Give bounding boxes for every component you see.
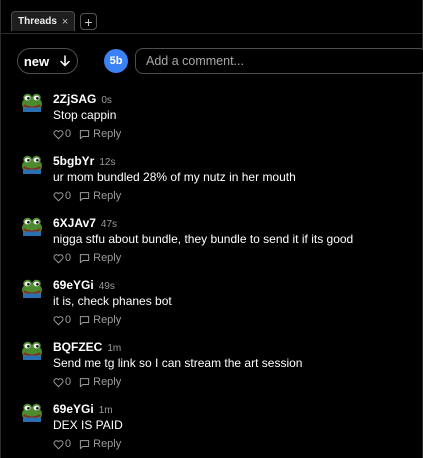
comment-actions: 0 Reply: [53, 128, 121, 140]
reply-label: Reply: [93, 376, 122, 388]
comment-actions: 0 Reply: [53, 376, 121, 388]
comment-text: DEX IS PAID: [53, 418, 123, 432]
heart-icon: [53, 253, 64, 263]
like-count: 0: [65, 252, 72, 264]
comment-text: it is, check phanes bot: [53, 294, 172, 308]
comment-text: nigga stfu about bundle, they bundle to …: [53, 232, 354, 246]
comment-item: 2ZjSAG 0s Stop cappin 0 Reply: [1, 90, 422, 150]
like-button[interactable]: 0: [53, 376, 71, 388]
reply-icon: [79, 253, 90, 263]
like-button[interactable]: 0: [53, 190, 71, 202]
comment-username[interactable]: 69eYGi: [53, 278, 94, 292]
reply-label: Reply: [93, 128, 122, 140]
heart-icon: [53, 377, 64, 387]
comment-text: Stop cappin: [53, 108, 117, 122]
close-icon[interactable]: ×: [62, 16, 68, 28]
tab-threads[interactable]: Threads ×: [11, 11, 76, 31]
comment-username[interactable]: 69eYGi: [53, 402, 94, 416]
comment-actions: 0 Reply: [53, 314, 121, 326]
comment-text: ur mom bundled 28% of my nutz in her mou…: [53, 170, 296, 184]
reply-button[interactable]: Reply: [79, 438, 121, 450]
like-button[interactable]: 0: [53, 438, 71, 450]
comment-timestamp: 0s: [101, 95, 112, 106]
comment-actions: 0 Reply: [53, 252, 121, 264]
reply-label: Reply: [93, 190, 122, 202]
comment-text: Send me tg link so I can stream the art …: [53, 356, 303, 370]
heart-icon: [53, 439, 64, 449]
reply-label: Reply: [93, 314, 122, 326]
comment-item: 5bgbYr 12s ur mom bundled 28% of my nutz…: [1, 152, 422, 212]
comment-timestamp: 47s: [100, 219, 118, 230]
like-count: 0: [65, 314, 72, 326]
comment-item: 69eYGi 49s it is, check phanes bot 0 Rep…: [1, 276, 422, 336]
comment-actions: 0 Reply: [53, 190, 121, 202]
heart-icon: [53, 191, 64, 201]
comment-timestamp: 1m: [98, 405, 113, 416]
reply-button[interactable]: Reply: [79, 252, 121, 264]
reply-button[interactable]: Reply: [79, 376, 121, 388]
sort-label: new: [23, 53, 50, 69]
comment-timestamp: 1m: [107, 343, 122, 354]
like-count: 0: [65, 128, 72, 140]
comment-item: 69eYGi 1m DEX IS PAID 0 Reply: [1, 400, 422, 458]
comment-item: BQFZEC 1m Send me tg link so I can strea…: [1, 338, 422, 398]
heart-icon: [53, 129, 64, 139]
like-count: 0: [65, 190, 72, 202]
like-button[interactable]: 0: [53, 314, 71, 326]
frog-avatar-icon[interactable]: [21, 214, 43, 236]
heart-icon: [53, 315, 64, 325]
frog-avatar-icon[interactable]: [21, 400, 43, 422]
comment-timestamp: 49s: [98, 281, 115, 292]
add-tab-button[interactable]: +: [80, 13, 97, 30]
comment-item: 6XJAv7 47s nigga stfu about bundle, they…: [1, 214, 422, 274]
comment-timestamp: 12s: [99, 157, 116, 168]
tab-bar: Threads × +: [1, 0, 422, 34]
frog-avatar-icon[interactable]: [21, 338, 43, 360]
tab-label: Threads: [18, 16, 57, 27]
comment-username[interactable]: BQFZEC: [53, 340, 102, 354]
like-count: 0: [65, 376, 72, 388]
frog-avatar-icon[interactable]: [21, 152, 43, 174]
like-count: 0: [65, 438, 72, 450]
like-button[interactable]: 0: [53, 128, 71, 140]
reply-icon: [79, 315, 90, 325]
threads-panel: Threads × + new 5b 2ZjSA: [0, 0, 423, 458]
sort-button[interactable]: new: [17, 48, 78, 74]
reply-label: Reply: [93, 438, 122, 450]
reply-button[interactable]: Reply: [79, 128, 121, 140]
reply-icon: [79, 439, 90, 449]
frog-avatar-icon[interactable]: [21, 276, 43, 298]
like-button[interactable]: 0: [53, 252, 71, 264]
reply-button[interactable]: Reply: [79, 190, 121, 202]
comment-username[interactable]: 5bgbYr: [53, 154, 94, 168]
reply-icon: [79, 191, 90, 201]
avatar[interactable]: 5b: [104, 49, 128, 73]
reply-button[interactable]: Reply: [79, 314, 121, 326]
reply-label: Reply: [93, 252, 122, 264]
comment-username[interactable]: 2ZjSAG: [53, 92, 96, 106]
comment-actions: 0 Reply: [53, 438, 121, 450]
frog-avatar-icon[interactable]: [21, 90, 43, 112]
reply-icon: [79, 129, 90, 139]
arrow-down-icon: [60, 55, 70, 67]
comment-username[interactable]: 6XJAv7: [53, 216, 96, 230]
comment-input[interactable]: [135, 48, 423, 74]
reply-icon: [79, 377, 90, 387]
